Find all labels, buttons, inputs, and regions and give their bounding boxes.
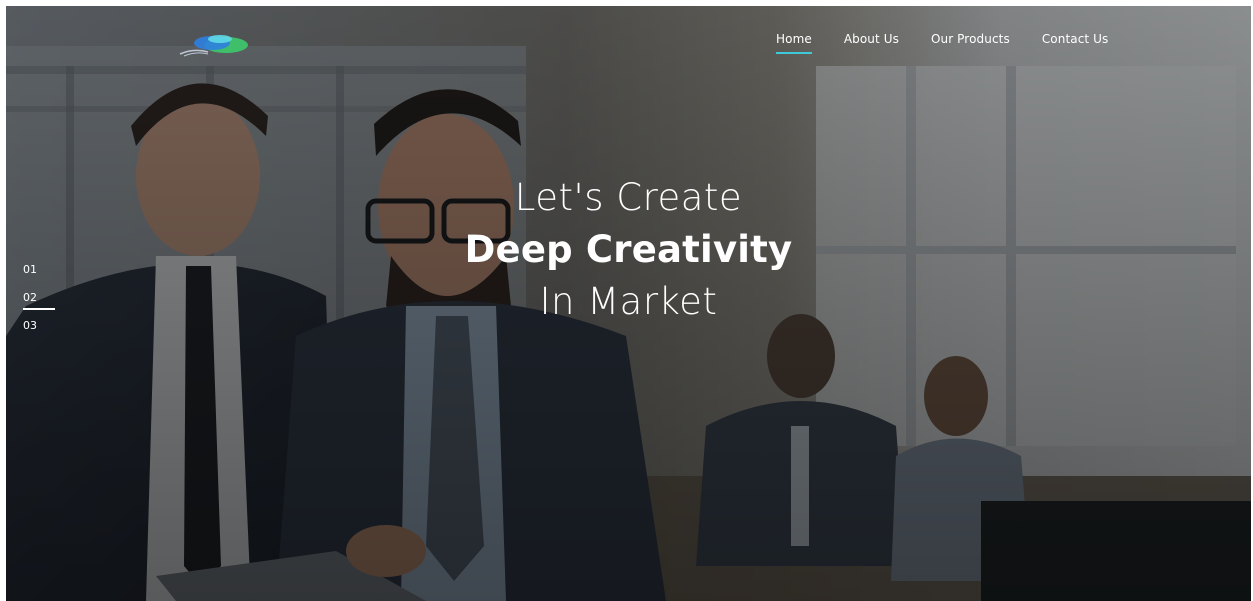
hero-headline-line2: Deep Creativity (464, 228, 793, 271)
nav-contact-us[interactable]: Contact Us (1042, 32, 1109, 54)
hero-headline-line3: In Market (539, 280, 718, 323)
slide-indicator-01[interactable]: 01 (23, 263, 63, 277)
slide-indicator-03[interactable]: 03 (23, 319, 63, 333)
hero-headline-line1: Let's Create (514, 176, 743, 219)
hero-section: Home About Us Our Products Contact Us Le… (6, 6, 1251, 601)
nav-our-products[interactable]: Our Products (931, 32, 1010, 54)
logo-shape-cyan (208, 35, 232, 43)
brand-logo[interactable] (174, 30, 256, 60)
slide-indicator-02[interactable]: 02 (23, 291, 63, 310)
main-navigation: Home About Us Our Products Contact Us (776, 32, 1108, 54)
nav-about-us[interactable]: About Us (844, 32, 899, 54)
nav-home[interactable]: Home (776, 32, 812, 54)
slider-pagination: 01 02 03 (23, 263, 63, 347)
